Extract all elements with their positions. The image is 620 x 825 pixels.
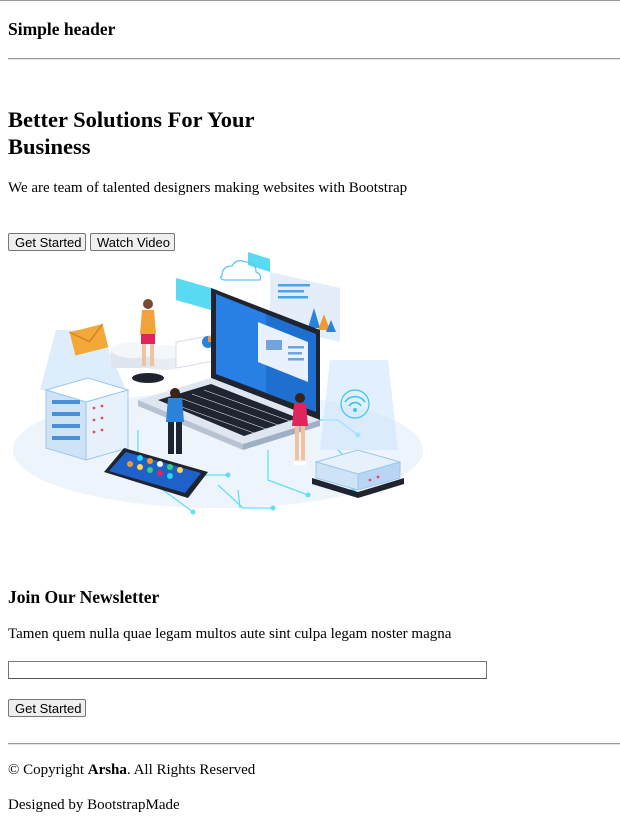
newsletter-title: Join Our Newsletter bbox=[8, 587, 160, 607]
copyright-suffix: . All Rights Reserved bbox=[126, 762, 256, 778]
footer-divider bbox=[8, 743, 620, 745]
header-title: Simple header bbox=[8, 19, 116, 39]
brand-name: Arsha bbox=[87, 762, 127, 778]
newsletter-submit-button[interactable]: Get Started bbox=[8, 699, 86, 717]
top-border bbox=[0, 0, 620, 1]
get-started-button[interactable]: Get Started bbox=[8, 233, 86, 251]
copyright-prefix: © Copyright bbox=[8, 762, 88, 778]
hero-illustration bbox=[13, 252, 423, 515]
hero-title: Better Solutions For Your Business bbox=[8, 107, 255, 159]
newsletter-email-input[interactable] bbox=[8, 661, 487, 679]
newsletter-text: Tamen quem nulla quae legam multos aute … bbox=[8, 626, 452, 642]
hero-subtitle: We are team of talented designers making… bbox=[8, 180, 408, 196]
header-divider bbox=[8, 58, 620, 60]
watch-video-button[interactable]: Watch Video bbox=[90, 233, 175, 251]
footer-copyright: © Copyright Arsha. All Rights Reserved bbox=[8, 761, 255, 779]
footer-credits: Designed by BootstrapMade bbox=[8, 797, 180, 813]
